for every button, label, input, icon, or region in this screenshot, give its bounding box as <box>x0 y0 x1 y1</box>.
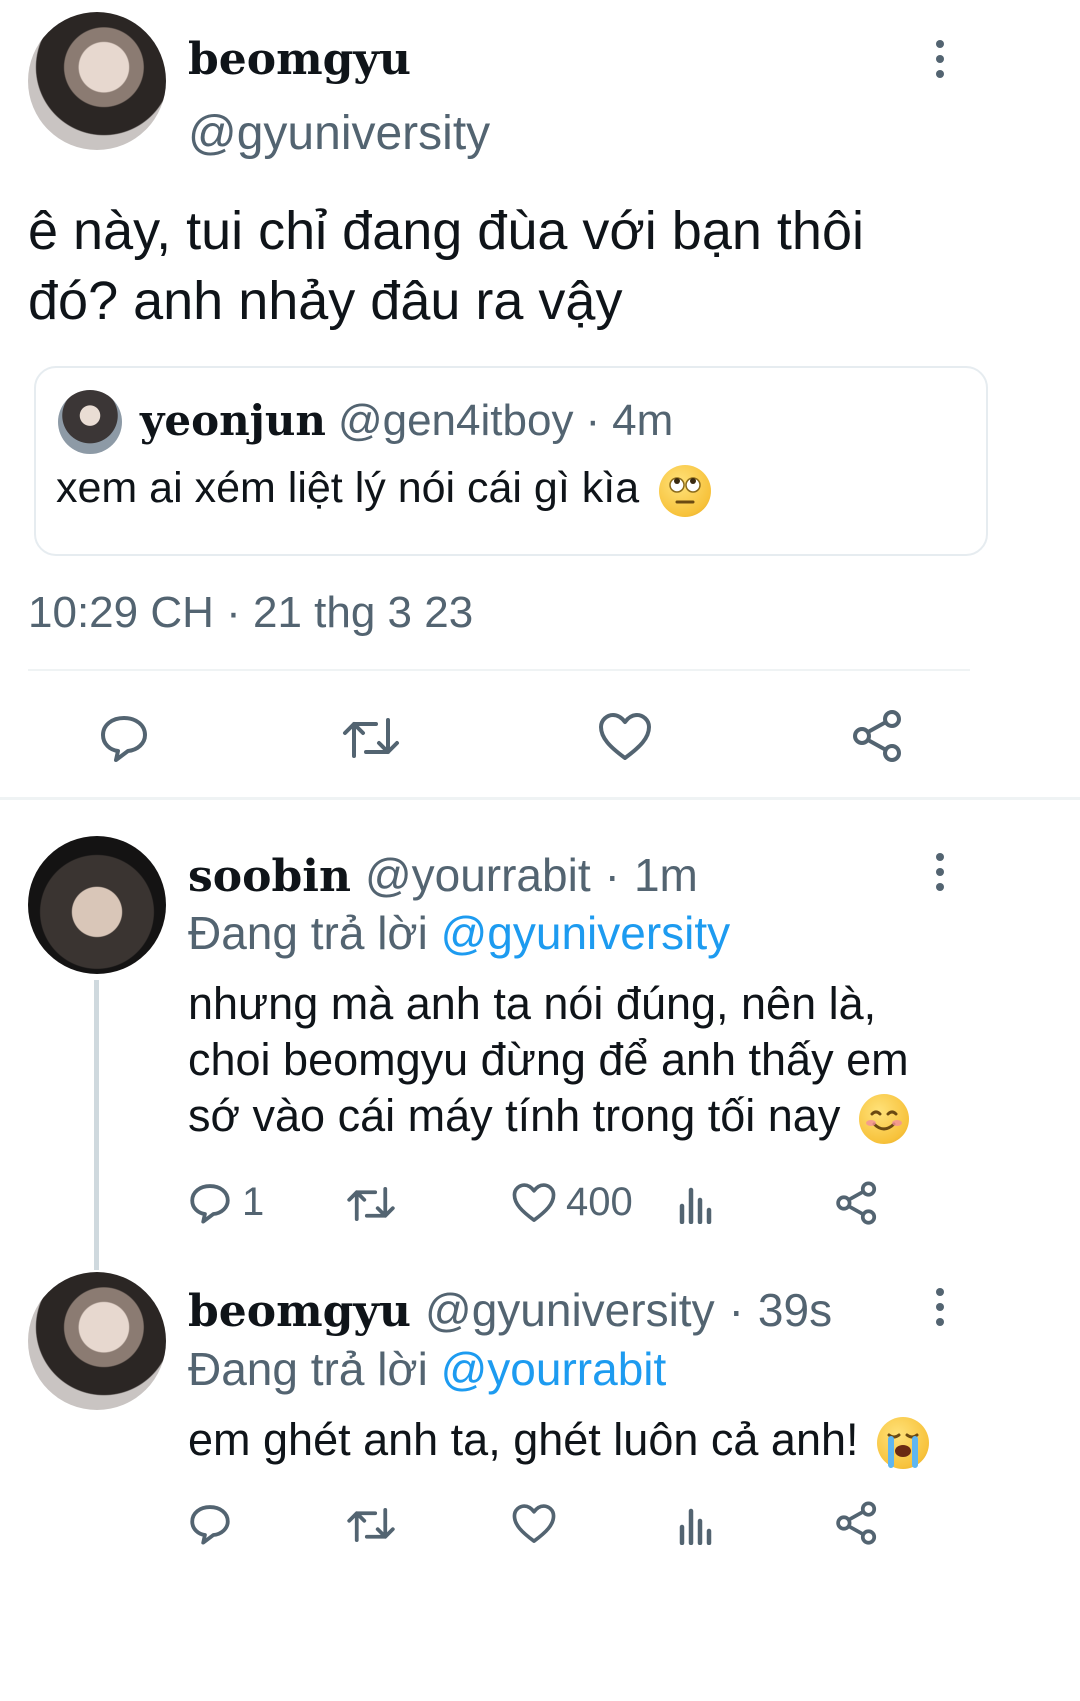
smiling-face-emoji-icon <box>858 1094 909 1145</box>
share-icon[interactable] <box>834 1500 880 1546</box>
retweet-icon[interactable] <box>345 1503 397 1547</box>
retweet-icon[interactable] <box>345 1182 397 1226</box>
reply-header: beomgyu @gyuniversity · 39s <box>188 1283 832 1337</box>
replying-to-link[interactable]: @gyuniversity <box>441 907 731 959</box>
quoted-author-name: yeonjun <box>140 396 326 445</box>
tweet-timestamp[interactable]: 10:29 CH · 21 thg 3 23 <box>28 588 473 638</box>
thread-line <box>94 980 99 1270</box>
like-icon[interactable] <box>512 1503 556 1545</box>
divider <box>28 669 970 671</box>
avatar <box>58 390 122 454</box>
quoted-text: xem ai xém liệt lý nói cái gì kìa <box>56 464 640 512</box>
author-handle[interactable]: @gyuniversity <box>425 1283 715 1337</box>
author-handle[interactable]: @gyuniversity <box>188 106 490 161</box>
like-action[interactable]: 400 <box>512 1180 633 1225</box>
replying-to-link[interactable]: @yourrabit <box>441 1343 667 1395</box>
reply-text: em ghét anh ta, ghét luôn cả anh! <box>188 1412 930 1470</box>
quoted-author-handle: @gen4itboy <box>337 396 574 445</box>
more-options-icon[interactable] <box>934 853 946 891</box>
avatar[interactable] <box>28 12 166 150</box>
reply-time[interactable]: 1m <box>634 848 698 902</box>
replying-to: Đang trả lời @yourrabit <box>188 1342 666 1396</box>
loudly-crying-emoji-icon <box>877 1417 930 1470</box>
reply-icon <box>188 1181 232 1225</box>
quoted-tweet-header: yeonjun @gen4itboy · 4m <box>140 396 673 446</box>
views-icon[interactable] <box>676 1505 716 1545</box>
reply-icon[interactable] <box>98 712 150 764</box>
quoted-time: 4m <box>612 396 674 445</box>
reply-text-line: sớ vào cái máy tính trong tối nay <box>188 1090 841 1141</box>
replying-label: Đang trả lời <box>188 907 428 959</box>
replying-label: Đang trả lời <box>188 1343 428 1395</box>
like-icon <box>512 1182 556 1224</box>
separator-dot: · <box>604 849 620 901</box>
retweet-icon[interactable] <box>340 712 402 764</box>
author-name[interactable]: beomgyu <box>188 34 411 85</box>
reply-header: soobin @yourrabit · 1m <box>188 848 698 902</box>
reply-time[interactable]: 39s <box>758 1283 832 1337</box>
like-count: 400 <box>566 1180 633 1224</box>
reply-icon[interactable] <box>188 1502 232 1546</box>
more-options-icon[interactable] <box>934 1288 946 1326</box>
tweet-text-line: ê này, tui chỉ đang đùa với bạn thôi <box>28 201 864 261</box>
reply-text-line: nhưng mà anh ta nói đúng, nên là, <box>188 978 877 1029</box>
section-divider <box>0 797 1080 800</box>
tweet-text-line: đó? anh nhảy đâu ra vậy <box>28 271 623 331</box>
share-icon[interactable] <box>850 708 906 764</box>
views-icon[interactable] <box>676 1184 716 1224</box>
rolling-eyes-emoji-icon <box>659 464 712 517</box>
reply-text-line: choi beomgyu đừng để anh thấy em <box>188 1034 909 1085</box>
reply-text-line-3: sớ vào cái máy tính trong tối nay <box>188 1088 909 1145</box>
like-icon[interactable] <box>598 712 652 762</box>
share-icon[interactable] <box>834 1180 880 1226</box>
more-options-icon[interactable] <box>934 40 946 78</box>
separator-dot: · <box>585 396 601 445</box>
reply-action[interactable]: 1 <box>188 1180 264 1225</box>
author-name[interactable]: soobin <box>188 851 351 902</box>
reply-text-line: em ghét anh ta, ghét luôn cả anh! <box>188 1414 859 1465</box>
quoted-tweet-text: xem ai xém liệt lý nói cái gì kìa <box>56 464 712 517</box>
reply-count: 1 <box>242 1180 265 1224</box>
replying-to: Đang trả lời @gyuniversity <box>188 906 730 960</box>
tweet-text: ê này, tui chỉ đang đùa với bạn thôi đó?… <box>28 196 864 336</box>
avatar[interactable] <box>28 1272 166 1410</box>
author-name[interactable]: beomgyu <box>188 1286 411 1337</box>
author-handle[interactable]: @yourrabit <box>365 848 591 902</box>
quoted-tweet-card[interactable]: yeonjun @gen4itboy · 4m xem ai xém liệt … <box>34 366 988 556</box>
reply-text: nhưng mà anh ta nói đúng, nên là, choi b… <box>188 976 909 1145</box>
avatar[interactable] <box>28 836 166 974</box>
separator-dot: · <box>728 1284 744 1336</box>
